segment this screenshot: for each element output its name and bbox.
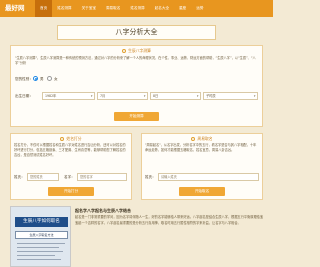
gender-female-label: 女 — [54, 77, 58, 81]
zhouyi-button[interactable]: 开始取名 — [179, 187, 225, 196]
nav-item-name-test-2[interactable]: 姓名测算 — [125, 0, 149, 17]
clock-icon — [122, 48, 127, 53]
thumbnail-line — [17, 259, 61, 260]
thumbnail-subtitle: 生辰八字取名方法 — [15, 231, 68, 239]
bazi-intro: "生辰八字测算"，生辰八字测算是一种传统的预测方法，通过对八字的分析来了解一个人… — [15, 56, 256, 65]
left-surname-label: 姓氏： — [14, 175, 25, 179]
left-name-label: 名字： — [64, 175, 75, 179]
nav-item-zhouyi[interactable]: 周易取名 — [101, 0, 125, 17]
thumbnail-line — [17, 243, 65, 244]
site-logo[interactable]: 最好网 — [5, 4, 25, 13]
top-navbar: 最好网 首页 姓名测算 关于宝宝 周易取名 姓名测算 起名大全 星座 运势 — [0, 0, 273, 17]
article-title[interactable]: 起名字八字起名与生辰八字结合 — [75, 208, 131, 214]
name-score-heading: 姓名打分 — [66, 136, 82, 141]
article-thumbnail[interactable]: 生辰八字如何取名 生辰八字取名方法 — [10, 206, 71, 267]
thumbnail-title: 生辰八字如何取名 — [15, 217, 68, 227]
gender-radio-male[interactable] — [33, 76, 38, 81]
nav-item-name-test[interactable]: 姓名测算 — [52, 0, 76, 17]
page-title: 八字分析大全 — [57, 25, 216, 40]
month-select[interactable]: 7月 — [97, 92, 148, 100]
nav-item-horoscope[interactable]: 星座 — [174, 0, 191, 17]
name-score-intro: 姓名打分，不仅可以根据姓名和生辰八字对姓名进行吉凶分析，还可以对姓名的好坏进行打… — [14, 143, 126, 157]
nav-item-names[interactable]: 起名大全 — [150, 0, 174, 17]
bazi-heading: 生辰八字测算 — [128, 48, 151, 53]
zhouyi-header: 周易取名 — [142, 134, 262, 143]
score-icon — [60, 136, 65, 141]
day-select[interactable]: 8日 — [150, 92, 201, 100]
nav-item-fortune[interactable]: 运势 — [191, 0, 208, 17]
nav-item-baby[interactable]: 关于宝宝 — [77, 0, 101, 17]
right-surname-input[interactable]: 请输入姓氏 — [158, 173, 259, 181]
zhouyi-heading: 周易取名 — [197, 136, 213, 141]
main-nav: 首页 姓名测算 关于宝宝 周易取名 姓名测算 起名大全 星座 运势 — [35, 0, 208, 17]
zhouyi-intro: "周易起名"，从名字出发，分析名字中的五行，看名字是否与其八字相配，十年命运走势… — [145, 143, 257, 152]
right-surname-label: 姓氏： — [145, 175, 156, 179]
nav-item-home[interactable]: 首页 — [35, 0, 53, 17]
hour-select[interactable]: 子时辰 — [203, 92, 258, 100]
thumbnail-line — [17, 251, 63, 252]
name-score-button[interactable]: 开始打分 — [48, 187, 94, 196]
birth-date-label: 出生日期： — [15, 94, 33, 98]
gender-radio-female[interactable] — [47, 76, 52, 81]
bazi-submit-button[interactable]: 开始测算 — [114, 112, 159, 121]
name-score-header: 姓名打分 — [11, 134, 131, 143]
thumbnail-line — [17, 247, 59, 248]
year-select[interactable]: 1982年 — [42, 92, 95, 100]
left-surname-input[interactable]: 您的姓氏 — [27, 173, 59, 181]
gender-male-label: 男 — [40, 77, 44, 81]
bagua-icon — [191, 136, 196, 141]
thumbnail-line — [17, 255, 55, 256]
gender-label: 您的性别： — [15, 77, 33, 81]
bazi-card-header: 生辰八字测算 — [11, 46, 262, 55]
left-name-input[interactable]: 您的名字 — [77, 173, 127, 181]
article-text: 起名是一门非常重要的学问，因为名字将伴随人一生，好的名字能够给人带来好运。八字起… — [75, 215, 264, 225]
